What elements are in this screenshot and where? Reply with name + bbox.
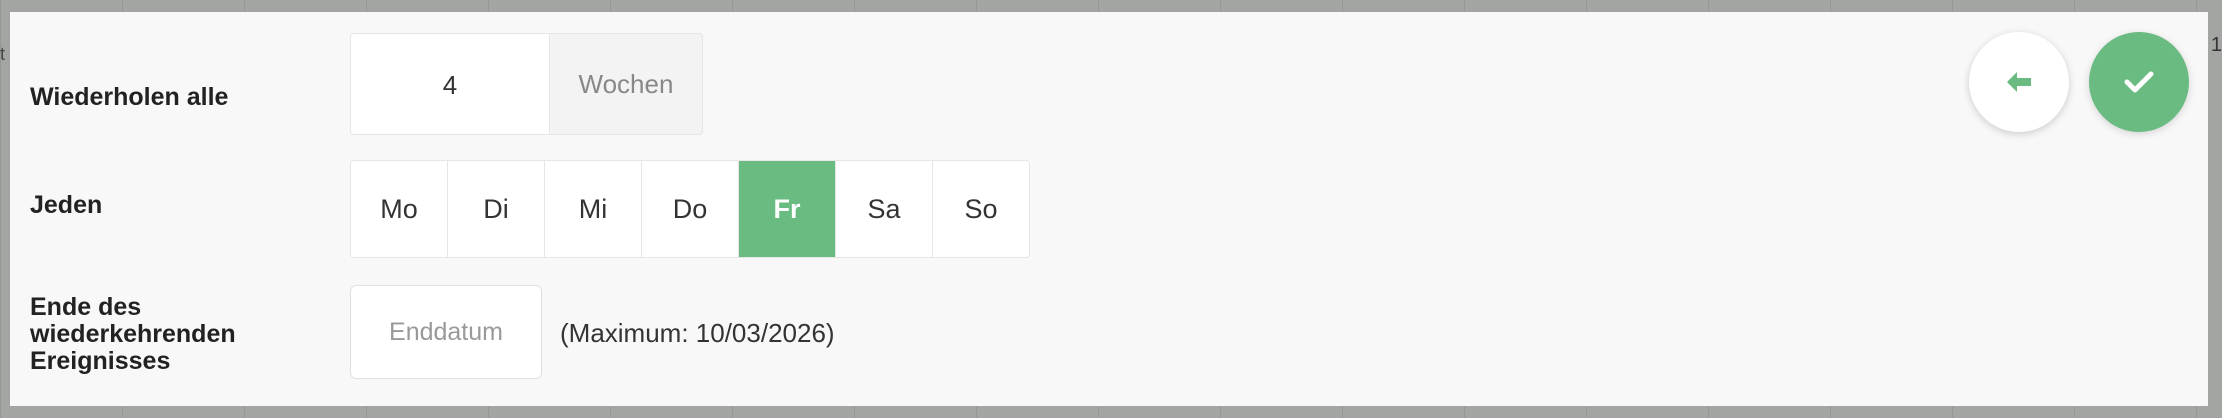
repeat-interval-unit: Wochen bbox=[550, 34, 702, 134]
repeat-interval-group: Wochen bbox=[350, 33, 703, 135]
day-sa-button[interactable]: Sa bbox=[836, 161, 933, 257]
back-button[interactable] bbox=[1969, 32, 2069, 132]
day-fr-button[interactable]: Fr bbox=[739, 161, 836, 257]
arrow-left-icon bbox=[2007, 72, 2031, 92]
end-date-label: Ende des wiederkehrenden Ereignisses bbox=[30, 293, 236, 375]
weekday-label: Jeden bbox=[30, 191, 103, 219]
end-date-max-note: (Maximum: 10/03/2026) bbox=[560, 318, 835, 348]
repeat-interval-input[interactable] bbox=[351, 34, 550, 134]
day-so-button[interactable]: So bbox=[933, 161, 1029, 257]
repeat-interval-row: Wiederholen alle bbox=[10, 33, 2208, 133]
end-date-input[interactable] bbox=[350, 285, 542, 379]
recurrence-modal: Wiederholen alle Wochen Jeden Mo Di Mi D… bbox=[10, 12, 2208, 406]
background-edge-text-right: 1 bbox=[2210, 34, 2222, 56]
day-di-button[interactable]: Di bbox=[448, 161, 545, 257]
repeat-interval-label: Wiederholen alle bbox=[30, 83, 229, 111]
background-edge-text-left: t bbox=[0, 44, 6, 64]
day-mo-button[interactable]: Mo bbox=[351, 161, 448, 257]
day-mi-button[interactable]: Mi bbox=[545, 161, 642, 257]
weekday-selector: Mo Di Mi Do Fr Sa So bbox=[350, 160, 1030, 258]
check-icon bbox=[2124, 71, 2154, 93]
confirm-button[interactable] bbox=[2089, 32, 2189, 132]
day-do-button[interactable]: Do bbox=[642, 161, 739, 257]
